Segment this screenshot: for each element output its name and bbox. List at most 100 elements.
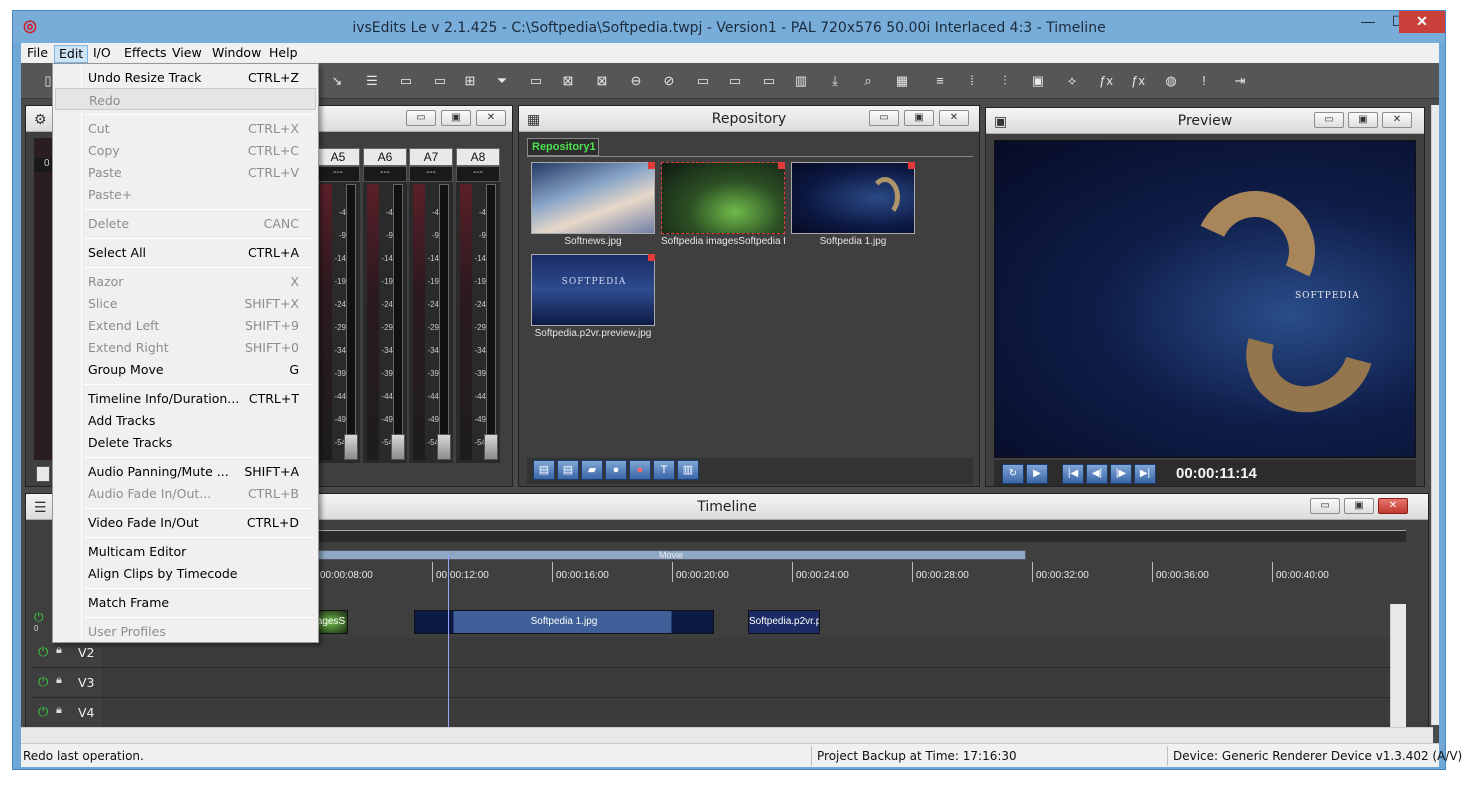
menu-item-video-fade-in-out[interactable]: Video Fade In/Out CTRL+D bbox=[55, 511, 316, 533]
loop-icon[interactable]: ↻ bbox=[1002, 464, 1024, 484]
fx-remove-icon[interactable]: ƒx bbox=[1127, 71, 1149, 91]
workspace-horizontal-scrollbar[interactable] bbox=[21, 727, 1433, 743]
timeline-clip[interactable]: agesS bbox=[314, 610, 348, 634]
fader-track[interactable] bbox=[346, 184, 356, 460]
fader-knob[interactable] bbox=[484, 434, 498, 460]
fx-icon[interactable]: ƒx bbox=[1095, 71, 1117, 91]
film-icon[interactable]: ▥ bbox=[790, 71, 812, 91]
power-icon[interactable]: ⏻ bbox=[38, 674, 48, 690]
menu-item-delete-tracks[interactable]: Delete Tracks bbox=[55, 431, 316, 453]
fader-knob[interactable] bbox=[437, 434, 451, 460]
split-icon[interactable]: ⊞ bbox=[459, 71, 481, 91]
fader-track[interactable] bbox=[439, 184, 449, 460]
mixer-close-button[interactable]: ✕ bbox=[476, 110, 506, 126]
menu-item-group-move[interactable]: Group Move G bbox=[55, 358, 316, 380]
insert-icon[interactable]: ☰ bbox=[361, 71, 383, 91]
unlink-icon[interactable]: ⊘ bbox=[658, 71, 680, 91]
mixer-settings-icon[interactable]: ⚙ bbox=[34, 111, 47, 128]
menu-item-delete[interactable]: Delete CANC bbox=[55, 212, 316, 234]
ungroup-icon[interactable]: ▭ bbox=[724, 71, 746, 91]
link-icon[interactable]: ⊖ bbox=[625, 71, 647, 91]
record-icon[interactable]: ● bbox=[629, 460, 651, 480]
menu-item-add-tracks[interactable]: Add Tracks bbox=[55, 409, 316, 431]
timeline-close-button[interactable]: ✕ bbox=[1378, 498, 1408, 514]
list-view-icon[interactable]: ≡ bbox=[929, 71, 951, 91]
end-icon[interactable]: ⇥ bbox=[1229, 71, 1251, 91]
color-bars-icon[interactable]: ▥ bbox=[677, 460, 699, 480]
replace-icon[interactable]: ▭ bbox=[429, 71, 451, 91]
alert-icon[interactable]: ! bbox=[1193, 71, 1215, 91]
menu-effects[interactable]: Effects bbox=[120, 45, 171, 63]
movie-range-bar[interactable]: Movie bbox=[316, 550, 1026, 560]
menu-item-extend-right[interactable]: Extend Right SHIFT+0 bbox=[55, 336, 316, 358]
trim-b-icon[interactable]: ⊠ bbox=[591, 71, 613, 91]
menu-item-audio-panning-mute[interactable]: Audio Panning/Mute ... SHIFT+A bbox=[55, 460, 316, 482]
fader-track[interactable] bbox=[486, 184, 496, 460]
repository-thumb-selected[interactable] bbox=[661, 162, 785, 234]
repository-minimize-button[interactable]: ▭ bbox=[869, 110, 899, 126]
menu-item-redo[interactable]: Redo bbox=[55, 88, 316, 110]
group-icon[interactable]: ▭ bbox=[692, 71, 714, 91]
step-back-icon[interactable]: ◀| bbox=[1086, 464, 1108, 484]
monitor-icon[interactable]: ▣ bbox=[1027, 71, 1049, 91]
menu-io[interactable]: I/O bbox=[89, 45, 115, 63]
repository-thumb[interactable]: SOFTPEDIA bbox=[531, 254, 655, 326]
timeline-clip[interactable]: Softpedia 1.jpg bbox=[414, 610, 714, 634]
zoom-icon[interactable]: ⌕ bbox=[857, 71, 879, 91]
menu-item-select-all[interactable]: Select All CTRL+A bbox=[55, 241, 316, 263]
menu-item-user-profiles[interactable]: User Profiles bbox=[55, 620, 316, 642]
preview-minimize-button[interactable]: ▭ bbox=[1314, 112, 1344, 128]
lock-icon[interactable]: 🔒︎ bbox=[56, 644, 62, 657]
dots-icon[interactable]: ⁞ bbox=[961, 71, 983, 91]
timeline-minimize-button[interactable]: ▭ bbox=[1310, 498, 1340, 514]
mixer-mode-button[interactable] bbox=[36, 466, 50, 482]
mixer-icon[interactable]: ⫶ bbox=[994, 71, 1016, 91]
repository-thumb[interactable] bbox=[531, 162, 655, 234]
power-icon[interactable]: ⏻ bbox=[34, 610, 44, 625]
menu-item-razor[interactable]: Razor X bbox=[55, 270, 316, 292]
menu-item-extend-left[interactable]: Extend Left SHIFT+9 bbox=[55, 314, 316, 336]
preview-panel-header[interactable]: ▣ Preview ▭ ▣ ✕ bbox=[986, 108, 1424, 134]
preview-restore-button[interactable]: ▣ bbox=[1348, 112, 1378, 128]
timeline-restore-button[interactable]: ▣ bbox=[1344, 498, 1374, 514]
menu-window[interactable]: Window bbox=[208, 45, 265, 63]
lock-icon[interactable]: 🔒︎ bbox=[56, 704, 62, 717]
menu-help[interactable]: Help bbox=[265, 45, 302, 63]
play-icon[interactable]: ▶ bbox=[1026, 464, 1048, 484]
menu-item-undo-resize-track[interactable]: Undo Resize Track CTRL+Z bbox=[55, 66, 316, 88]
repository-thumb[interactable] bbox=[791, 162, 915, 234]
import-icon[interactable]: ⤓ bbox=[824, 71, 846, 91]
import-folder-icon[interactable]: ▤ bbox=[533, 460, 555, 480]
capture-icon[interactable]: ● bbox=[605, 460, 627, 480]
power-icon[interactable]: ⏻ bbox=[38, 704, 48, 720]
extract-icon[interactable]: ▭ bbox=[525, 71, 547, 91]
preview-video[interactable]: SOFTPEDIA bbox=[994, 140, 1416, 458]
arrow-tool-icon[interactable]: ↘ bbox=[326, 71, 348, 91]
clip-icon[interactable]: ▭ bbox=[758, 71, 780, 91]
repository-panel-header[interactable]: ▦ Repository ▭ ▣ ✕ bbox=[519, 106, 979, 132]
title-text-icon[interactable]: T bbox=[653, 460, 675, 480]
mixer-minimize-button[interactable]: ▭ bbox=[406, 110, 436, 126]
transition-icon[interactable]: ⟡ bbox=[1061, 71, 1083, 91]
menu-item-paste[interactable]: Paste+ bbox=[55, 183, 316, 205]
menu-item-copy[interactable]: Copy CTRL+C bbox=[55, 139, 316, 161]
menu-item-slice[interactable]: Slice SHIFT+X bbox=[55, 292, 316, 314]
playhead[interactable] bbox=[448, 554, 449, 730]
tab-repository1[interactable]: Repository1 bbox=[527, 138, 599, 156]
trim-a-icon[interactable]: ⊠ bbox=[557, 71, 579, 91]
minimize-button[interactable]: — bbox=[1353, 11, 1383, 33]
menu-item-timeline-info-duration[interactable]: Timeline Info/Duration... CTRL+T bbox=[55, 387, 316, 409]
mixer-restore-button[interactable]: ▣ bbox=[441, 110, 471, 126]
repository-close-button[interactable]: ✕ bbox=[939, 110, 969, 126]
menu-view[interactable]: View bbox=[168, 45, 206, 63]
menu-item-paste[interactable]: Paste CTRL+V bbox=[55, 161, 316, 183]
close-button[interactable]: ✕ bbox=[1399, 11, 1445, 33]
fader-knob[interactable] bbox=[344, 434, 358, 460]
timeline-clip[interactable]: Softpedia.p2vr.pr bbox=[748, 610, 820, 634]
menu-item-cut[interactable]: Cut CTRL+X bbox=[55, 117, 316, 139]
go-start-icon[interactable]: |◀ bbox=[1062, 464, 1084, 484]
workspace-vertical-scrollbar[interactable] bbox=[1431, 105, 1439, 725]
grid-view-icon[interactable]: ▦ bbox=[891, 71, 913, 91]
repository-restore-button[interactable]: ▣ bbox=[904, 110, 934, 126]
timeline-vertical-scrollbar[interactable] bbox=[1390, 604, 1406, 732]
